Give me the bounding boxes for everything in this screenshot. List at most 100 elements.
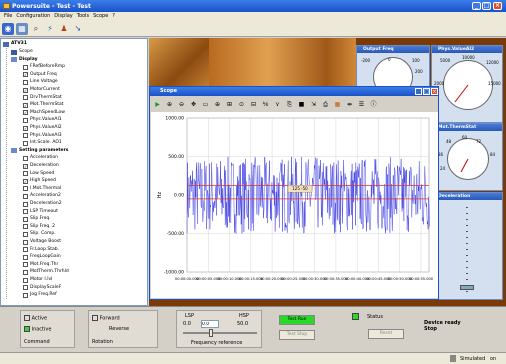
settings-icon[interactable]: ☰	[356, 99, 367, 110]
checkbox[interactable]	[23, 292, 28, 298]
status-bar: Simulated on	[0, 352, 506, 364]
save-icon[interactable]: ▦	[16, 22, 28, 35]
scope-minimize[interactable]: _	[415, 88, 422, 95]
tree-item[interactable]: Jog Freq.Ref	[23, 291, 57, 299]
frequency-slider-thumb[interactable]	[209, 329, 213, 337]
maximize-button[interactable]: □	[482, 2, 491, 10]
arrow-icon[interactable]: ➘	[72, 23, 84, 35]
pan-icon[interactable]: ✥	[188, 99, 199, 110]
checked-checkbox[interactable]: ✓	[23, 125, 28, 131]
fit-icon[interactable]: ⊞	[224, 99, 235, 110]
checked-checkbox[interactable]: ✓	[23, 102, 28, 108]
checkbox[interactable]	[23, 171, 28, 177]
tree-item-label: Voltage Boost	[30, 239, 62, 244]
scope-plot-area[interactable]: 1000.00 500.00 0.00 -500.00 -1000.00 00:00:00…	[151, 112, 438, 298]
command-group: Active Inactive Command	[20, 310, 75, 348]
cursors-icon[interactable]: ⇹	[344, 99, 355, 110]
gauge-mot-therm[interactable]: Mot.ThermStat 60 72 84 48 36 24	[431, 123, 503, 191]
checked-checkbox[interactable]: ✓	[23, 87, 28, 93]
menu-display[interactable]: Display	[52, 12, 74, 21]
checkbox[interactable]	[23, 239, 28, 245]
checkbox[interactable]	[23, 216, 28, 222]
checked-checkbox[interactable]: ✓	[23, 72, 28, 78]
cursor-icon[interactable]: ⊙	[236, 99, 247, 110]
menu-configuration[interactable]: Configuration	[14, 12, 52, 21]
checkbox[interactable]	[23, 140, 28, 146]
test-run-button[interactable]: Test Run	[279, 315, 315, 325]
export-icon[interactable]: ⇲	[308, 99, 319, 110]
checkbox[interactable]	[23, 117, 28, 123]
rect-icon[interactable]: ▭	[200, 99, 211, 110]
checked-checkbox[interactable]: ✓	[23, 178, 28, 184]
checkbox[interactable]	[23, 231, 28, 237]
tree-item-label: Display	[19, 56, 38, 62]
connect-icon[interactable]: ⚡	[44, 23, 56, 35]
crosshair-icon[interactable]: ⊕	[212, 99, 223, 110]
scope-window[interactable]: Scope _ □ × ▶ ⊕ ⊖ ✥ ▭ ⊕ ⊞ ⊙ ⊟ ⅍ ⋎ ⎘ ■ ⇲ …	[149, 86, 439, 300]
slider-thumb[interactable]	[460, 285, 474, 290]
parameter-tree[interactable]: ATV31 Scope Display FRefBeforeRmp ✓ Output F…	[0, 38, 148, 306]
reset-button[interactable]: Reset	[368, 329, 404, 339]
status-led	[352, 313, 359, 320]
menu-help[interactable]: ?	[110, 12, 117, 21]
scope-maximize[interactable]: □	[423, 88, 430, 95]
slider-scale	[466, 207, 468, 293]
tree-item-label: Mot.ThermStat	[30, 102, 64, 108]
rotation-label: Rotation	[92, 339, 113, 345]
info-icon[interactable]: ⓘ	[368, 99, 379, 110]
device-state-text: Stop	[424, 326, 438, 332]
checkbox[interactable]	[23, 95, 28, 101]
zoom-in-icon[interactable]: ⊕	[164, 99, 175, 110]
checkbox[interactable]	[23, 186, 28, 192]
gauge-deceleration[interactable]: Deceleration	[431, 192, 503, 300]
hscale-icon[interactable]: ⊟	[248, 99, 259, 110]
frequency-slider-track[interactable]	[183, 332, 257, 334]
minimize-button[interactable]: _	[472, 2, 481, 10]
checkbox[interactable]	[23, 247, 28, 253]
scope-title: Scope	[150, 87, 438, 96]
freq-ref-label: Frequency reference	[191, 340, 243, 346]
menu-tools[interactable]: Tools	[75, 12, 91, 21]
scale-x-icon[interactable]: ⅍	[260, 99, 271, 110]
tree-root[interactable]: ATV31	[3, 40, 27, 48]
checkbox[interactable]	[23, 277, 28, 283]
gauge-phys-value[interactable]: Phys.ValueAI2 5000 10000 12000 2000 1500…	[431, 45, 503, 123]
checkbox[interactable]	[23, 64, 28, 70]
close-button[interactable]: ×	[493, 2, 502, 10]
checkbox[interactable]	[23, 254, 28, 260]
checkbox[interactable]	[23, 133, 28, 139]
search-icon[interactable]: ⌕	[30, 23, 42, 35]
checkbox[interactable]	[23, 269, 28, 275]
save-icon[interactable]: ■	[296, 99, 307, 110]
scope-close[interactable]: ×	[431, 88, 438, 95]
checkbox[interactable]	[23, 79, 28, 85]
copy-icon[interactable]: ⎘	[284, 99, 295, 110]
scale-y-icon[interactable]: ⋎	[272, 99, 283, 110]
zoom-out-icon[interactable]: ⊖	[176, 99, 187, 110]
checkbox[interactable]	[23, 224, 28, 230]
reverse-label: Reverse	[109, 326, 130, 332]
print-icon[interactable]: ⎙	[320, 99, 331, 110]
tree-item-label: Line Voltage	[30, 79, 58, 85]
gauge-tick: 100	[412, 58, 420, 63]
checkbox[interactable]	[23, 262, 28, 268]
grid-icon[interactable]: ▦	[332, 99, 343, 110]
play-icon[interactable]: ▶	[152, 99, 163, 110]
checkbox[interactable]	[23, 193, 28, 199]
menu-scope[interactable]: Scope	[91, 12, 110, 21]
active-label: Active	[31, 315, 48, 322]
scope-chart[interactable]: 1000.00500.000.00-500.00-1000.0000:00:00…	[151, 112, 438, 298]
status-mode: Simulated	[460, 356, 486, 362]
user-icon[interactable]: ♟	[58, 23, 70, 35]
test-stop-button[interactable]: Test Stop	[279, 330, 315, 340]
checked-checkbox[interactable]: ✓	[23, 163, 28, 169]
menu-file[interactable]: File	[2, 12, 14, 21]
checked-checkbox[interactable]: ✓	[23, 110, 28, 116]
frequency-ref-input[interactable]	[201, 320, 219, 328]
checkbox[interactable]	[23, 285, 28, 291]
open-icon[interactable]: ◉	[2, 22, 14, 35]
checkbox[interactable]	[23, 155, 28, 161]
checkbox[interactable]	[23, 201, 28, 207]
tree-item-label: FreqLoopGain	[30, 254, 61, 260]
checkbox[interactable]	[23, 209, 28, 215]
